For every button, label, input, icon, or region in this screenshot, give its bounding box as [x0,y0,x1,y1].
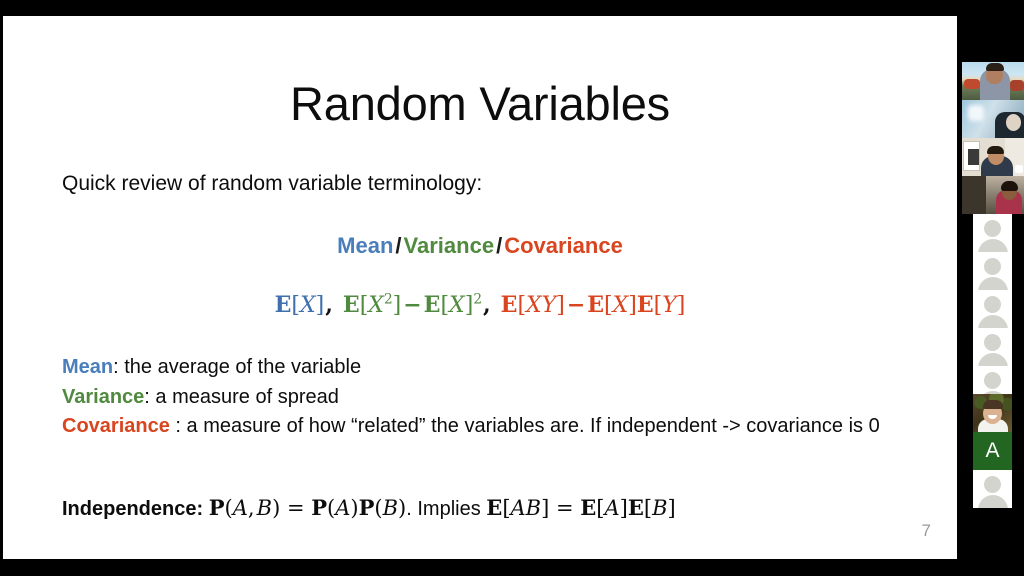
video-background-detail [1015,165,1023,173]
formula-row: E[X], E[X2]−E[X]2, E[XY]−E[X]E[Y] [3,292,957,319]
participant-hair [987,146,1004,154]
participant-video-tile[interactable] [962,176,1024,214]
definition-variance-text: a measure of spread [149,385,339,408]
formula-comma-1: , [325,292,333,318]
participant-video-tile[interactable] [973,394,1012,432]
formula-variance: E[X2]−E[X]2 [342,291,482,318]
participant-hair [982,400,1003,409]
video-background-detail [963,141,980,171]
participant-placeholder-tile[interactable] [973,252,1012,290]
definition-variance-term: Variance [62,385,145,408]
screen: Random Variables Quick review of random … [0,0,1024,576]
slide-intro-text: Quick review of random variable terminol… [62,172,483,195]
definition-mean-text: the average of the variable [118,356,362,378]
slide-page-number: 7 [921,521,931,540]
terms-heading: Mean/Variance/Covariance [3,233,957,259]
participant-placeholder-tile[interactable] [973,328,1012,366]
participant-placeholder-tile[interactable] [973,470,1012,508]
participant-video-tile[interactable] [962,62,1024,100]
participant-placeholder-tile[interactable] [973,214,1012,252]
video-background-detail [962,176,986,214]
definition-covariance: Covariance : a measure of how “related” … [62,412,942,442]
term-mean: Mean [337,233,394,258]
definitions-block: Mean: the average of the variable Varian… [62,353,942,442]
independence-implies: Implies [417,498,481,520]
person-avatar-icon [973,328,1012,366]
video-background-detail [968,105,984,121]
slide-title: Random Variables [290,77,670,130]
participant-placeholder-tile[interactable] [973,290,1012,328]
participant-hair [1001,181,1018,191]
definition-variance: Variance: a measure of spread [62,383,942,413]
participant-head [1006,114,1021,131]
definition-covariance-text: a measure of how “related” the variables… [180,415,880,438]
term-separator-1: / [395,233,402,258]
participant-video-tile[interactable] [962,100,1024,138]
independence-implication: E[AB] = E[A]E[B] [486,495,676,520]
participant-initial-letter: A [985,439,1000,462]
participant-initial-tile[interactable]: A [973,432,1012,470]
person-avatar-icon [973,214,1012,252]
formula-covariance: E[XY]−E[X]E[Y] [500,292,686,318]
definition-covariance-punct: : [169,415,181,438]
video-background-detail [1010,80,1024,91]
definition-mean: Mean: the average of the variable [62,353,942,383]
independence-label: Independence: [62,498,204,520]
independence-period: . [406,498,412,520]
term-covariance: Covariance [504,233,623,258]
independence-line: Independence: P(A, B) = P(A)P(B). Implie… [62,495,676,521]
video-background-detail [968,149,979,165]
formula-mean: E[X] [274,292,325,318]
person-avatar-icon [973,290,1012,328]
participant-video-tile[interactable] [962,138,1024,176]
term-variance: Variance [403,233,495,258]
participant-filmstrip[interactable]: A [957,0,1024,576]
person-avatar-icon [973,470,1012,508]
independence-equation: P(A, B) = P(A)P(B) [208,495,407,520]
definition-mean-term: Mean [62,356,114,378]
participant-hair [985,63,1004,71]
presentation-slide: Random Variables Quick review of random … [3,16,957,559]
definition-covariance-term: Covariance [62,415,170,438]
formula-comma-2: , [482,292,491,318]
video-background-detail [964,79,980,89]
term-separator-2: / [496,233,503,258]
person-avatar-icon [973,252,1012,290]
